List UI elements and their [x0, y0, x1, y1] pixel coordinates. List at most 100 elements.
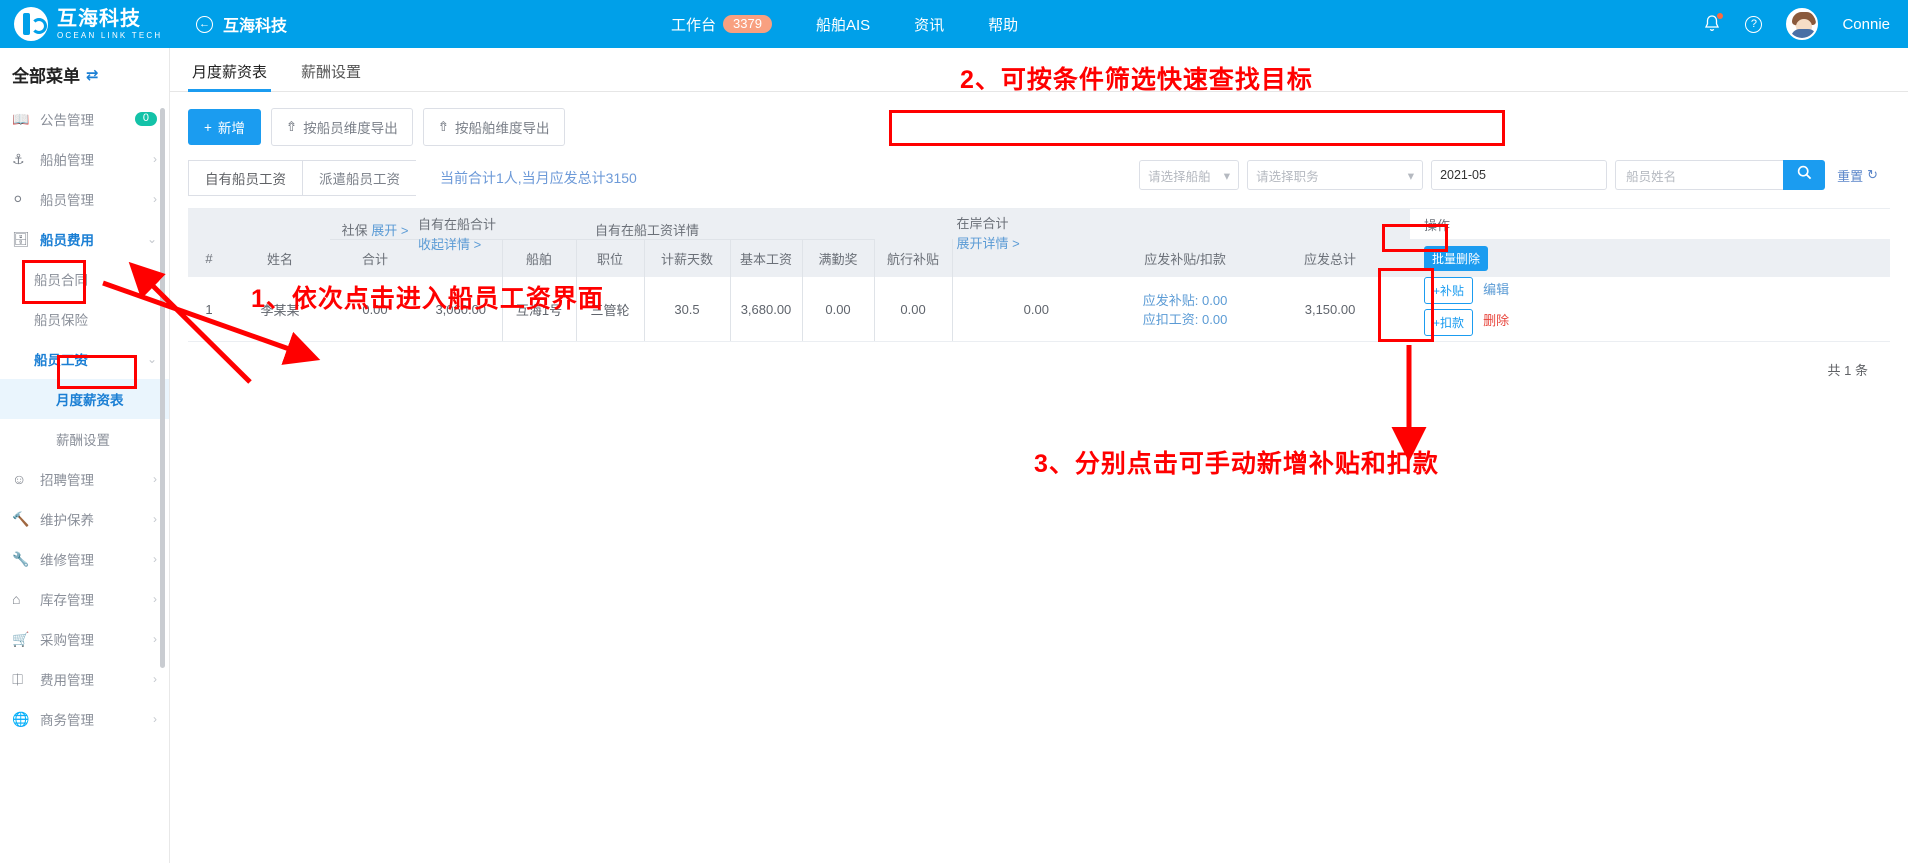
- sidebar-item-label: 月度薪资表: [56, 393, 124, 408]
- plus-icon: +: [204, 119, 212, 135]
- brand-logo-group[interactable]: 互海科技 OCEAN LINK TECH: [0, 7, 190, 41]
- database-icon: ⎅: [12, 670, 24, 687]
- sidebar-item-announcement[interactable]: 📖 公告管理 0: [0, 99, 169, 139]
- col-index: #: [188, 239, 230, 277]
- subtab-own-crew-salary[interactable]: 自有船员工资: [188, 160, 302, 196]
- chevron-down-icon: ⌄: [146, 352, 157, 366]
- sidebar-item-recruitment[interactable]: ☺ 招聘管理 ›: [0, 459, 169, 499]
- own-onboard-collapse-link[interactable]: 收起详情 >: [418, 234, 538, 253]
- col-onshore-total: 在岸合计 展开详情 >: [951, 216, 1121, 277]
- sidebar-item-label: 船员工资: [34, 353, 88, 368]
- edit-link[interactable]: 编辑: [1483, 279, 1509, 298]
- chevron-right-icon: ›: [153, 192, 157, 206]
- sidebar-item-crew-salary[interactable]: 船员工资 ⌄: [0, 339, 169, 379]
- filter-bar: 请选择船舶 ▾ 请选择职务 ▾ 2021-05 船员姓名 重置 ↻: [1139, 160, 1878, 190]
- tab-monthly-payroll[interactable]: 月度薪资表: [188, 61, 272, 92]
- top-right-actions: ? Connie: [1703, 8, 1890, 40]
- sidebar-item-salary-settings[interactable]: 薪酬设置: [0, 419, 169, 459]
- social-insurance-expand-link[interactable]: 展开 >: [371, 223, 408, 238]
- subtab-dispatched-crew-salary[interactable]: 派遣船员工资: [302, 160, 416, 196]
- top-nav-news[interactable]: 资讯: [914, 14, 944, 35]
- company-logo-icon: [14, 7, 48, 41]
- sidebar-item-label: 船舶管理: [40, 153, 94, 168]
- sidebar-item-crew-expense[interactable]: 🗄 船员费用 ⌄: [0, 219, 169, 259]
- main-content: 月度薪资表 薪酬设置 + 新增 ⇮ 按船员维度导出 ⇮ 按船舶维度导出 请选择船…: [170, 48, 1908, 863]
- top-nav-workbench[interactable]: 工作台 3379: [671, 14, 772, 35]
- chevron-right-icon: ›: [153, 712, 157, 726]
- back-navigation[interactable]: ← 互海科技: [196, 12, 287, 36]
- month-picker[interactable]: 2021-05: [1431, 160, 1608, 190]
- crew-name-input[interactable]: 船员姓名: [1615, 160, 1784, 190]
- duty-select-value: 请选择职务: [1256, 169, 1319, 184]
- top-nav-help[interactable]: 帮助: [988, 14, 1018, 35]
- sidebar-item-vessel-management[interactable]: ⚓ 船舶管理 ›: [0, 139, 169, 179]
- sidebar-item-purchase[interactable]: 🛒 采购管理 ›: [0, 619, 169, 659]
- bell-icon[interactable]: [1703, 13, 1724, 34]
- cell-social-total: 0.00: [330, 277, 420, 342]
- col-operations: 操作 批量删除: [1410, 218, 1890, 277]
- sidebar-item-label: 船员保险: [34, 313, 88, 328]
- cell-ship: 互海1号: [501, 277, 576, 342]
- col-name: 姓名: [230, 239, 330, 277]
- deduction-line: 应扣工资: 0.00: [1126, 309, 1244, 328]
- table-header-row: # 姓名 合计 自有在船合计 收起详情 > 船舶 职位 计薪天数 基本工资 满勤…: [188, 216, 1890, 277]
- top-navigation-bar: 互海科技 OCEAN LINK TECH ← 互海科技 工作台 3379 船舶A…: [0, 0, 1908, 48]
- sidebar-item-business[interactable]: 🌐 商务管理 ›: [0, 699, 169, 739]
- upload-icon: ⇮: [437, 119, 450, 134]
- ship-select[interactable]: 请选择船舶 ▾: [1139, 160, 1240, 190]
- chevron-right-icon: ›: [153, 552, 157, 566]
- export-by-ship-button[interactable]: ⇮ 按船舶维度导出: [422, 108, 565, 146]
- sidebar-item-label: 维护保养: [40, 513, 94, 528]
- export-by-ship-label: 按船舶维度导出: [455, 121, 550, 136]
- col-position: 职位: [575, 239, 644, 277]
- col-grand-total: 应发总计: [1250, 239, 1411, 277]
- subtab-label: 派遣船员工资: [319, 172, 400, 187]
- sidebar-item-label: 库存管理: [40, 593, 94, 608]
- swap-icon[interactable]: ⇄: [86, 66, 99, 84]
- export-by-crew-button[interactable]: ⇮ 按船员维度导出: [270, 108, 413, 146]
- sidebar-item-inventory[interactable]: ⌂ 库存管理 ›: [0, 579, 169, 619]
- cell-own-total: 3,060.00: [420, 277, 502, 342]
- sidebar-item-crew-management[interactable]: ⚪ 船员管理 ›: [0, 179, 169, 219]
- delete-link[interactable]: 删除: [1483, 310, 1509, 329]
- sidebar-item-repair[interactable]: 🔧 维修管理 ›: [0, 539, 169, 579]
- tab-label: 月度薪资表: [192, 64, 268, 81]
- chevron-right-icon: ›: [153, 512, 157, 526]
- duty-select[interactable]: 请选择职务 ▾: [1247, 160, 1424, 190]
- search-button[interactable]: [1783, 160, 1826, 190]
- tab-salary-settings[interactable]: 薪酬设置: [297, 61, 365, 91]
- sidebar-item-crew-insurance[interactable]: 船员保险: [0, 299, 169, 339]
- cell-index: 1: [188, 277, 230, 342]
- add-allowance-button[interactable]: +补贴: [1424, 277, 1474, 304]
- reset-button[interactable]: 重置 ↻: [1837, 166, 1878, 185]
- month-picker-value: 2021-05: [1440, 168, 1486, 182]
- add-button[interactable]: + 新增: [188, 109, 261, 145]
- top-nav-ais[interactable]: 船舶AIS: [816, 14, 870, 35]
- back-arrow-icon[interactable]: ←: [196, 15, 213, 33]
- user-plus-icon: ☺: [12, 471, 27, 487]
- chevron-down-icon: ▾: [1223, 168, 1231, 183]
- cell-name: 李某某: [230, 277, 330, 342]
- batch-delete-button[interactable]: 批量删除: [1424, 245, 1489, 271]
- export-by-crew-label: 按船员维度导出: [303, 121, 398, 136]
- question-circle-icon[interactable]: ?: [1745, 15, 1763, 33]
- sidebar-item-monthly-payroll[interactable]: 月度薪资表: [0, 379, 169, 419]
- cell-onshore-total: 0.00: [951, 277, 1121, 342]
- sidebar-item-crew-contract[interactable]: 船员合同: [0, 259, 169, 299]
- subtab-label: 自有船员工资: [205, 172, 286, 187]
- upload-icon: ⇮: [285, 119, 298, 134]
- top-nav-ais-label: 船舶AIS: [815, 16, 871, 34]
- sidebar-item-expense[interactable]: ⎅ 费用管理 ›: [0, 659, 169, 699]
- onshore-expand-link[interactable]: 展开详情 >: [957, 233, 1077, 252]
- add-deduction-button[interactable]: +扣款: [1424, 309, 1474, 336]
- book-icon: 📖: [12, 110, 30, 127]
- table-row[interactable]: 1 李某某 0.00 3,060.00 互海1号 三管轮 30.5 3,680.…: [188, 277, 1890, 342]
- sidebar-scrollbar[interactable]: [160, 108, 165, 668]
- top-nav-news-label: 资讯: [914, 16, 945, 34]
- cell-operations: +补贴 +扣款 编辑 删除: [1410, 277, 1890, 342]
- avatar[interactable]: [1786, 8, 1819, 40]
- sidebar-item-label: 商务管理: [40, 713, 94, 728]
- sidebar-item-maintenance[interactable]: 🔨 维护保养 ›: [0, 499, 169, 539]
- summary-text[interactable]: 当前合计1人,当月应发总计3150: [440, 168, 637, 188]
- col-own-onboard-total: 自有在船合计 收起详情 >: [418, 217, 502, 277]
